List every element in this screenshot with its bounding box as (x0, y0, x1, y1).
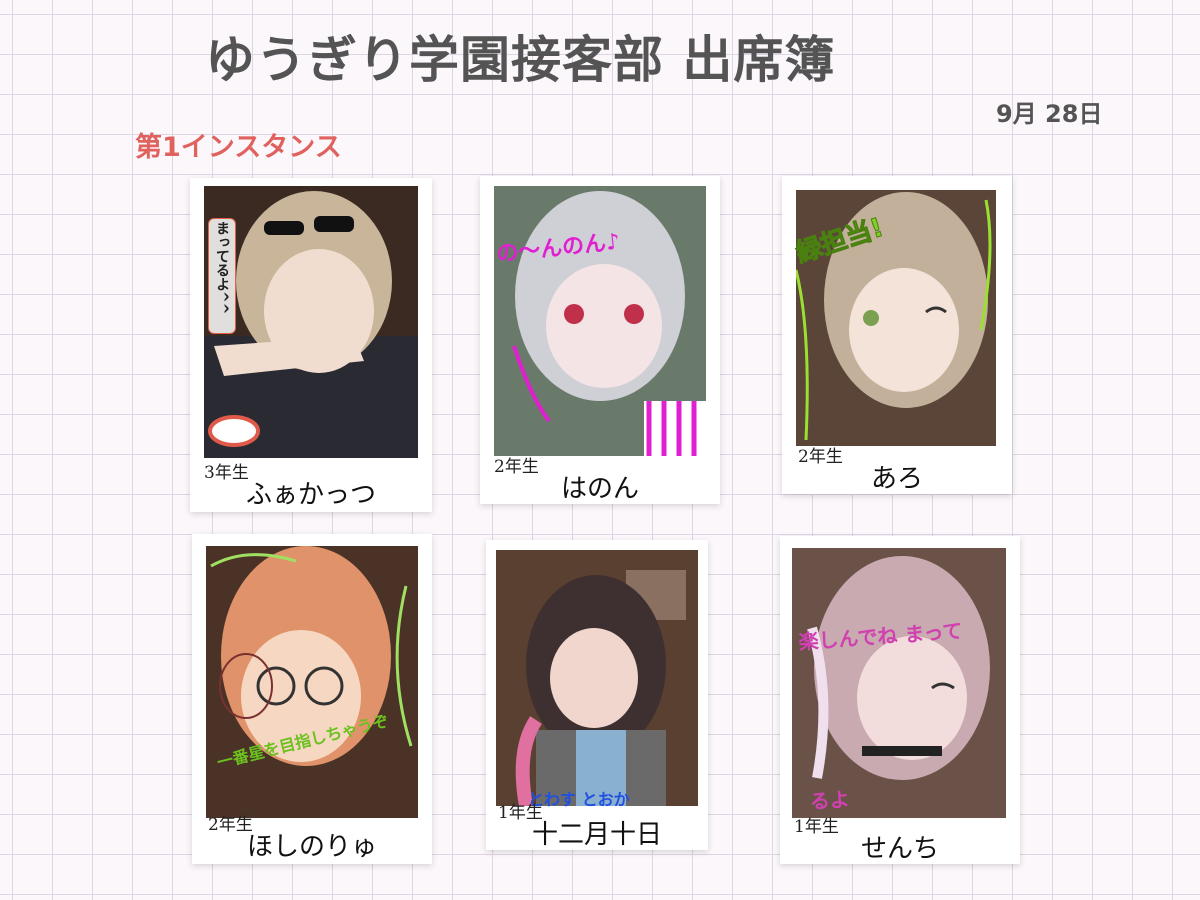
member-photo (796, 190, 996, 446)
member-name: ふぁかっつ (245, 480, 376, 510)
attendance-date: 9月 28日 (996, 100, 1103, 128)
member-name: ほしのりゅ (246, 832, 377, 862)
member-photo (204, 186, 418, 458)
member-card: とわす とおか 1年生 十二月十日 (486, 540, 708, 850)
instance-label: 第1インスタンス (135, 132, 342, 163)
member-card: 一番星を目指しちゃうぞ 2年生 ほしのりゅ (192, 534, 432, 864)
member-card: まってるよ^^ 3年生 ふぁかっつ (190, 178, 432, 512)
member-card: 緑担当! 2年生 あろ (782, 176, 1012, 494)
member-photo (792, 548, 1006, 818)
member-name: あろ (870, 464, 923, 494)
page-title: ゆうぎり学園接客部 出席簿 (205, 31, 836, 89)
member-name: せんち (860, 834, 939, 864)
member-photo (494, 186, 706, 456)
member-name: はのん (560, 474, 639, 504)
member-photo (496, 550, 698, 806)
member-photo (206, 546, 418, 818)
member-card: の〜んのん♪ 2年生 はのん (480, 176, 720, 504)
member-card: 楽しんでね まってるよ 1年生 せんち (780, 536, 1020, 864)
member-name: 十二月十日 (531, 820, 662, 850)
